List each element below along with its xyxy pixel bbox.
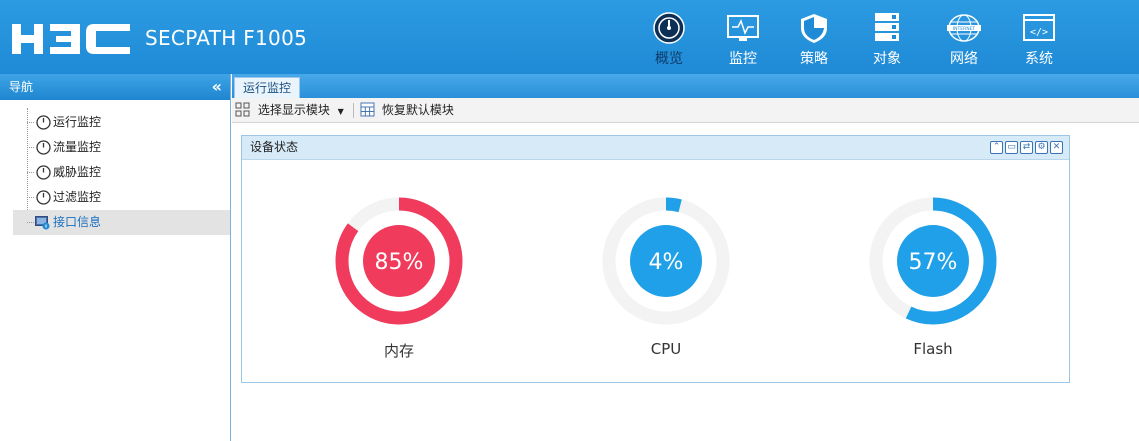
sidebar-item-filter-monitor[interactable]: 过滤监控 [0,185,230,210]
monitor-icon [727,15,759,41]
sidebar-item-threat-monitor[interactable]: 威胁监控 [0,160,230,185]
settings-icon[interactable]: ⚙ [1035,141,1048,154]
internet-globe-icon: INTERNET [947,14,981,42]
nav-network[interactable]: INTERNET 网络 [934,8,994,70]
nav-label: 监控 [729,51,757,67]
product-name: SECPATH F1005 [145,26,308,50]
restore-grid-icon [360,102,375,117]
gauge-icon [36,115,51,130]
gauge-icon [36,165,51,180]
top-header: SECPATH F1005 概览 监控 策略 对象 INTERNET 网络 </… [0,0,1139,74]
dropdown-arrow-icon: ▼ [337,107,344,116]
panel-header: 设备状态 ⌃ ▭ ⇄ ⚙ ✕ [242,136,1069,160]
sidebar-item-interface-info[interactable]: 接口信息 [13,210,230,235]
cpu-label: CPU [650,340,682,358]
gauge-icon [36,190,51,205]
panel-tools: ⌃ ▭ ⇄ ⚙ ✕ [990,141,1063,154]
nav-label: 对象 [873,51,901,67]
select-modules-label: 选择显示模块 [257,103,330,117]
collapse-sidebar-button[interactable]: « [212,74,222,100]
collapse-up-icon[interactable]: ⌃ [990,141,1003,154]
nav-system[interactable]: </> 系统 [1009,8,1069,70]
sidebar-item-label: 接口信息 [53,215,102,229]
nav-label: 网络 [950,51,978,67]
panel-title: 设备状态 [250,140,299,154]
select-modules-button[interactable]: 选择显示模块 ▼ [235,102,344,119]
flash-percent: 57% [909,250,958,275]
nav-label: 策略 [800,51,828,67]
server-stack-icon [875,13,899,41]
toolbar-divider [353,103,354,118]
gauge-flash: 57% Flash [866,194,1000,358]
nav-label: 概览 [655,51,683,67]
interface-info-icon [35,216,50,230]
nav-object[interactable]: 对象 [857,8,917,70]
code-window-icon: </> [1023,14,1055,41]
nav-overview[interactable]: 概览 [639,8,699,70]
sidebar-item-run-monitor[interactable]: 运行监控 [0,110,230,135]
shield-icon [801,14,827,43]
nav-label: 系统 [1025,51,1053,67]
flash-label: Flash [913,340,953,358]
device-status-panel: 设备状态 ⌃ ▭ ⇄ ⚙ ✕ 85% 内存 4% CPU 57% Flash [241,135,1070,383]
navigation-sidebar: 导航 « 运行监控 流量监控 威胁监控 过滤监控 接口信息 [0,74,231,441]
svg-text:INTERNET: INTERNET [953,26,976,32]
nav-tree: 运行监控 流量监控 威胁监控 过滤监控 接口信息 [0,100,230,235]
memory-label: 内存 [383,342,414,360]
close-icon[interactable]: ✕ [1050,141,1063,154]
restore-default-label: 恢复默认模块 [381,103,454,117]
cpu-donut: 4% [602,197,730,325]
sidebar-title: 导航 [9,80,34,94]
sidebar-item-label: 流量监控 [53,140,102,154]
sidebar-header: 导航 « [0,74,230,100]
dashboard-gauge-icon [653,12,685,44]
gauge-memory: 85% 内存 [332,194,466,361]
gauge-icon [36,140,51,155]
memory-percent: 85% [375,250,424,275]
nav-policy[interactable]: 策略 [784,8,844,70]
memory-donut: 85% [335,197,463,325]
h3c-logo [12,24,130,54]
maximize-icon[interactable]: ▭ [1005,141,1018,154]
nav-monitor[interactable]: 监控 [713,8,773,70]
toolbar: 选择显示模块 ▼ 恢复默认模块 [232,98,1139,123]
sidebar-item-label: 运行监控 [53,115,102,129]
refresh-icon[interactable]: ⇄ [1020,141,1033,154]
sidebar-item-traffic-monitor[interactable]: 流量监控 [0,135,230,160]
flash-donut: 57% [869,197,997,325]
cpu-percent: 4% [649,250,684,275]
gauge-cpu: 4% CPU [599,194,733,358]
svg-text:</>: </> [1030,27,1048,38]
module-grid-icon [235,102,250,117]
tab-run-monitor[interactable]: 运行监控 [234,77,301,98]
tab-bar: 运行监控 [232,74,1139,98]
restore-default-button[interactable]: 恢复默认模块 [360,102,454,119]
sidebar-item-label: 威胁监控 [53,165,102,179]
sidebar-item-label: 过滤监控 [53,190,102,204]
